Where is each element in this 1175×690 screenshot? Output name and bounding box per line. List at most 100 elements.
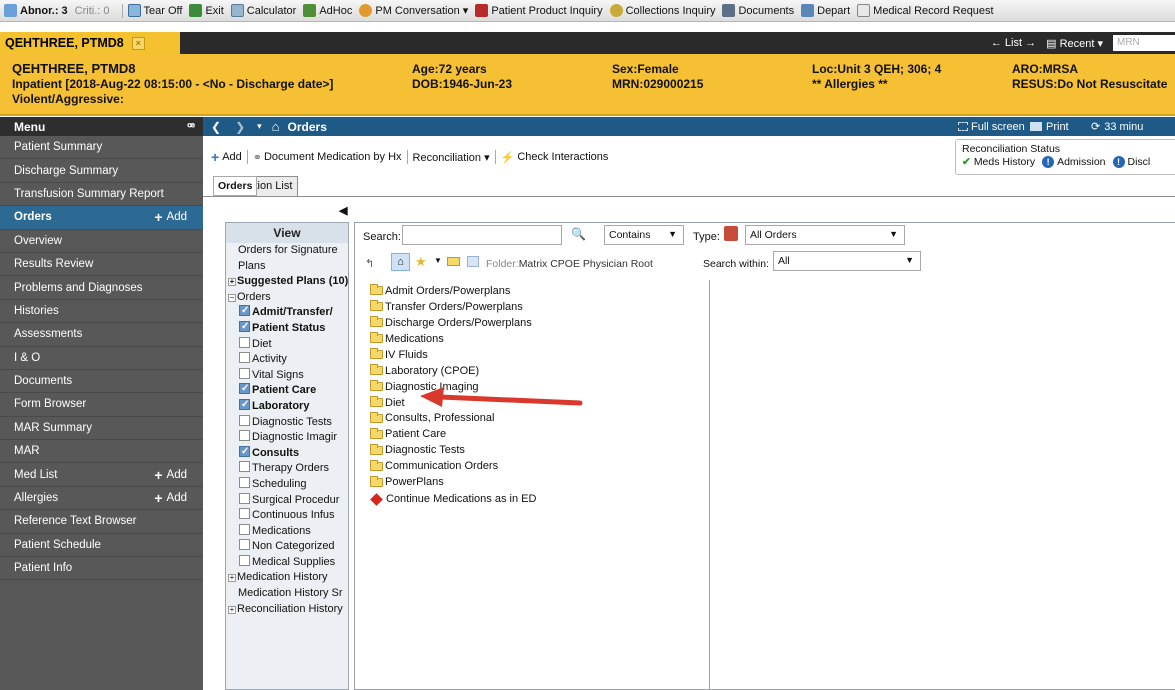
view-item[interactable]: Non Categorized [228, 539, 348, 555]
view-item[interactable]: Diagnostic Tests [228, 414, 348, 431]
view-item[interactable]: Diagnostic Imagir [228, 430, 348, 446]
patient-tab[interactable]: QEHTHREE, PTMD8 × [0, 32, 180, 54]
folder-item[interactable]: Diagnostic Tests [370, 442, 709, 458]
checkbox[interactable] [239, 352, 250, 364]
forward-arrow-icon[interactable]: → [1025, 37, 1036, 49]
checkbox[interactable] [239, 305, 250, 319]
checkbox[interactable] [239, 539, 250, 551]
sidebar-item-discharge-summary[interactable]: Discharge Summary [0, 159, 203, 183]
sidebar-item-problems[interactable]: Problems and Diagnoses [0, 276, 203, 300]
list-nav[interactable]: ← List → [991, 37, 1036, 49]
view-item[interactable]: Patient Care [228, 383, 348, 399]
add-order-button[interactable]: + Add [211, 149, 242, 165]
collapse-view-icon[interactable]: ◀ [339, 204, 347, 217]
toolbar-item-tear-off[interactable]: Tear Off [127, 4, 182, 17]
toolbar-item-collections[interactable]: Collections Inquiry [609, 4, 715, 17]
search-icon[interactable]: 🔍 [571, 227, 586, 241]
expand-icon[interactable]: + [228, 278, 236, 287]
recent-dropdown[interactable]: ▤ Recent ▾ [1046, 37, 1103, 50]
toolbar-item-pm-conversation[interactable]: PM Conversation ▾ [359, 4, 468, 17]
folder-icon[interactable] [447, 257, 460, 266]
sidebar-item-documents[interactable]: Documents [0, 370, 203, 394]
checkbox[interactable] [239, 414, 250, 426]
checkbox[interactable] [239, 445, 250, 459]
meds-history-link[interactable]: Meds History [974, 156, 1035, 168]
search-input[interactable] [402, 225, 562, 245]
view-item[interactable]: Scheduling [228, 476, 348, 493]
search-mode-dropdown[interactable]: Contains ▼ [604, 225, 684, 245]
checkbox[interactable] [239, 492, 250, 504]
checkbox[interactable] [239, 508, 250, 520]
sidebar-item-patient-schedule[interactable]: Patient Schedule [0, 534, 203, 558]
favorites-star-icon[interactable]: ★ [415, 254, 427, 270]
sidebar-item-allergies[interactable]: Allergies + Add [0, 487, 203, 511]
toolbar-item-adhoc[interactable]: AdHoc [303, 4, 352, 17]
folder-item[interactable]: Communication Orders [370, 458, 709, 474]
view-item[interactable]: Orders for Signature [228, 243, 348, 259]
toolbar-item-abnormal[interactable]: Abnor.: 3 [4, 4, 68, 17]
checkbox[interactable] [239, 523, 250, 535]
folder-item[interactable]: Transfer Orders/Powerplans [370, 299, 709, 315]
view-item[interactable]: Laboratory [228, 398, 348, 415]
search-within-dropdown[interactable]: All ▼ [773, 251, 921, 271]
sidebar-item-transfusion-summary[interactable]: Transfusion Summary Report [0, 183, 203, 207]
sidebar-item-overview[interactable]: Overview [0, 230, 203, 253]
view-item[interactable]: − Orders [228, 290, 348, 306]
toolbar-item-calculator[interactable]: Calculator [230, 4, 296, 17]
check-interactions-button[interactable]: ⚡ Check Interactions [501, 151, 609, 164]
home-icon[interactable]: ⌂ [272, 119, 280, 134]
toolbar-item-depart[interactable]: Depart [801, 4, 850, 17]
view-item[interactable]: Surgical Procedur [228, 492, 348, 509]
view-item[interactable]: Plans [228, 259, 348, 275]
folder-item[interactable]: PowerPlans [370, 474, 709, 490]
sidebar-item-patient-summary[interactable]: Patient Summary [0, 136, 203, 160]
sidebar-item-patient-info[interactable]: Patient Info [0, 557, 203, 581]
checkbox[interactable] [239, 554, 250, 566]
folder-item[interactable]: IV Fluids [370, 347, 709, 363]
full-screen-button[interactable]: Full screen [958, 121, 1025, 133]
allergies-link[interactable]: ** Allergies ** [812, 77, 888, 91]
orders-add-button[interactable]: + Add [154, 209, 187, 225]
sidebar-item-results-review[interactable]: Results Review [0, 253, 203, 277]
checkbox[interactable] [239, 367, 250, 379]
sidebar-item-mar-summary[interactable]: MAR Summary [0, 417, 203, 441]
folder-item[interactable]: Discharge Orders/Powerplans [370, 315, 709, 331]
view-item[interactable]: Consults [228, 445, 348, 462]
checkbox[interactable] [239, 398, 250, 413]
toolbar-item-product-inquiry[interactable]: Patient Product Inquiry [475, 4, 603, 17]
sidebar-item-reference-text[interactable]: Reference Text Browser [0, 510, 203, 534]
checkbox[interactable] [239, 383, 250, 397]
toolbar-item-critical[interactable]: Criti.: 0 [75, 5, 110, 17]
checkbox[interactable] [239, 320, 250, 335]
view-item[interactable]: + Medication History [228, 570, 348, 586]
toolbar-item-documents[interactable]: Documents [722, 4, 794, 17]
orderable-item[interactable]: Continue Medications as in ED [370, 491, 709, 507]
view-item[interactable]: Medical Supplies [228, 554, 348, 571]
checkbox[interactable] [239, 430, 250, 442]
collapse-icon[interactable]: − [228, 293, 236, 302]
view-item[interactable]: Admit/Transfer/ [228, 305, 348, 321]
mrn-search-input[interactable]: MRN [1113, 35, 1175, 51]
view-item[interactable]: Medication History Sr [228, 586, 348, 602]
discharge-link[interactable]: Discl [1128, 156, 1151, 168]
admission-link[interactable]: Admission [1057, 156, 1105, 168]
folder-item[interactable]: Medications [370, 331, 709, 347]
home-folder-icon[interactable]: ⌂ [391, 253, 410, 271]
sidebar-item-form-browser[interactable]: Form Browser [0, 393, 203, 417]
print-button[interactable]: Print [1030, 121, 1069, 133]
favorites-dropdown-icon[interactable]: ▼ [434, 256, 442, 265]
tab-orders[interactable]: Orders [213, 176, 258, 196]
view-item[interactable]: Activity [228, 352, 348, 368]
view-item[interactable]: Medications [228, 523, 348, 540]
forward-arrow-icon[interactable]: ❯ [235, 120, 245, 134]
expand-icon[interactable]: + [228, 574, 236, 583]
view-item[interactable]: + Suggested Plans (10) [228, 274, 348, 290]
new-folder-icon[interactable] [467, 256, 479, 267]
reconciliation-dropdown[interactable]: Reconciliation ▾ [413, 151, 490, 164]
view-item[interactable]: Vital Signs [228, 367, 348, 384]
toolbar-item-medical-record[interactable]: Medical Record Request [857, 4, 994, 17]
up-folder-icon[interactable]: ↰ [365, 257, 374, 270]
view-item[interactable]: Diet [228, 336, 348, 353]
view-item[interactable]: + Reconciliation History [228, 602, 348, 618]
sidebar-item-orders[interactable]: Orders + Add [0, 206, 203, 230]
